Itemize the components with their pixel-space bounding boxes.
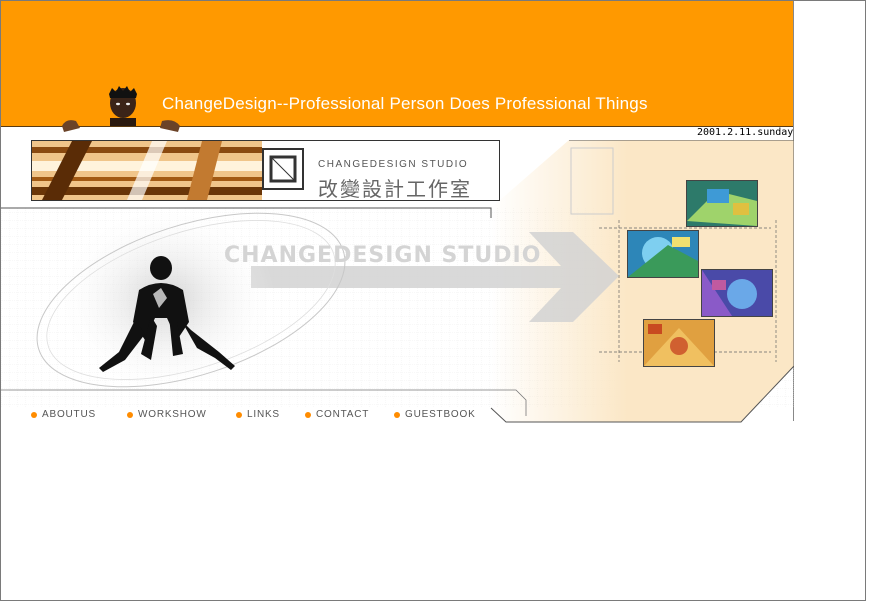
nav-label: GUESTBOOK <box>405 409 476 420</box>
nav-workshow[interactable]: WORKSHOW <box>127 409 236 420</box>
nav-label: CONTACT <box>316 409 370 420</box>
nav-label: LINKS <box>247 409 280 420</box>
nav-aboutus[interactable]: ABOUTUS <box>31 409 127 420</box>
nav-bullet-icon <box>236 411 242 418</box>
nav-contact[interactable]: CONTACT <box>305 409 394 420</box>
nav-label: WORKSHOW <box>138 409 207 420</box>
nav-links[interactable]: LINKS <box>236 409 305 420</box>
studio-name-cn: 改變設計工作室 <box>318 177 472 201</box>
nav-bullet-icon <box>127 411 133 418</box>
portfolio-thumbnail-3[interactable] <box>701 269 773 317</box>
portfolio-thumbnail-4[interactable] <box>643 319 715 367</box>
main-nav: ABOUTUS WORKSHOW LINKS CONTACT GUESTBOOK <box>31 409 494 420</box>
portfolio-thumbnail-2[interactable] <box>627 230 699 278</box>
hands-image <box>62 120 180 132</box>
date-label: 2001.2.11.sunday <box>697 127 794 138</box>
studio-logo-banner[interactable]: CHANGEDESIGN STUDIO 改變設計工作室 <box>31 140 500 201</box>
nav-bullet-icon <box>394 411 400 418</box>
nav-label: ABOUTUS <box>42 409 96 420</box>
hero-title: CHANGEDESIGN STUDIO <box>224 243 542 268</box>
portfolio-thumbnail-1[interactable] <box>686 180 758 227</box>
studio-name-en: CHANGEDESIGN STUDIO <box>318 159 469 170</box>
nav-bullet-icon <box>31 411 37 418</box>
site-tagline: ChangeDesign--Professional Person Does P… <box>162 94 648 113</box>
studio-logo-icon <box>262 148 304 190</box>
logo-stripes-graphic <box>32 141 262 200</box>
nav-bullet-icon <box>305 411 311 418</box>
nav-guestbook[interactable]: GUESTBOOK <box>394 409 494 420</box>
